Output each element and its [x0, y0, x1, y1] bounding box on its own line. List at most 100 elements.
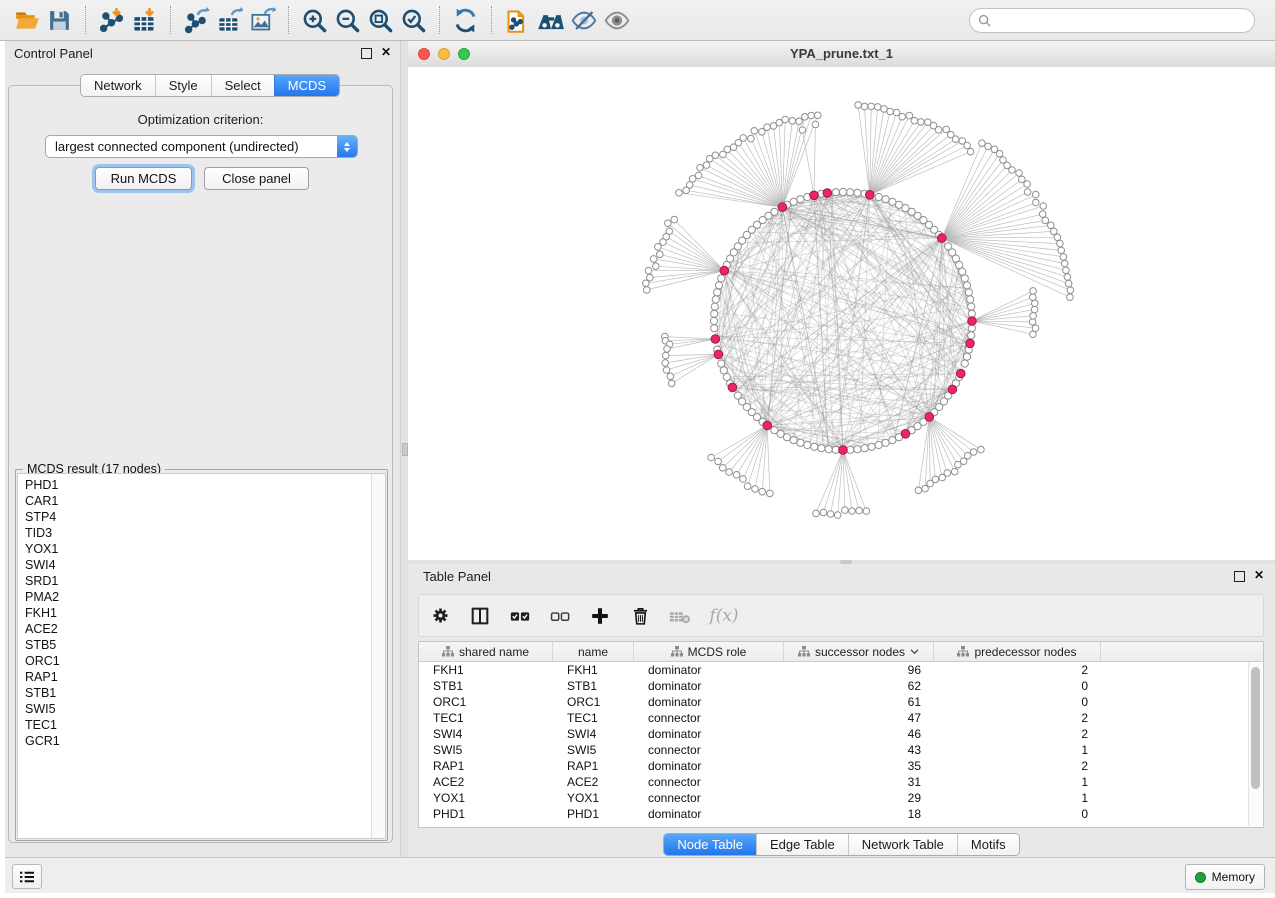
- column-header-name[interactable]: name: [553, 642, 634, 661]
- graph-node[interactable]: [715, 282, 722, 289]
- network-from-selection-icon[interactable]: [501, 5, 534, 36]
- graph-leaf-node[interactable]: [861, 103, 868, 110]
- mcds-result-item[interactable]: STB1: [18, 685, 371, 701]
- graph-node[interactable]: [965, 289, 972, 296]
- network-canvas[interactable]: [408, 67, 1275, 560]
- graph-leaf-node[interactable]: [645, 267, 652, 274]
- graph-leaf-node[interactable]: [1064, 274, 1071, 281]
- mcds-result-item[interactable]: ORC1: [18, 653, 371, 669]
- graph-leaf-node[interactable]: [1054, 234, 1061, 241]
- graph-leaf-node[interactable]: [856, 507, 863, 514]
- graph-leaf-node[interactable]: [1019, 176, 1026, 183]
- delete-columns-icon[interactable]: [627, 603, 653, 629]
- graph-node[interactable]: [783, 434, 790, 441]
- graph-leaf-node[interactable]: [662, 360, 669, 367]
- graph-leaf-node[interactable]: [1061, 260, 1068, 267]
- graph-leaf-node[interactable]: [706, 155, 713, 162]
- graph-leaf-node[interactable]: [655, 244, 662, 251]
- export-network-icon[interactable]: [180, 5, 213, 36]
- mcds-result-item[interactable]: FKH1: [18, 605, 371, 621]
- graph-leaf-node[interactable]: [849, 508, 856, 515]
- graph-leaf-node[interactable]: [868, 103, 875, 110]
- graph-leaf-node[interactable]: [1067, 294, 1074, 301]
- table-scrollbar[interactable]: [1248, 662, 1262, 826]
- graph-leaf-node[interactable]: [748, 135, 755, 142]
- graph-leaf-node[interactable]: [1039, 211, 1046, 218]
- graph-leaf-node[interactable]: [1058, 247, 1065, 254]
- graph-leaf-node[interactable]: [1029, 319, 1036, 326]
- export-table-icon[interactable]: [213, 5, 246, 36]
- graph-node[interactable]: [790, 437, 797, 444]
- graph-leaf-node[interactable]: [1016, 170, 1023, 177]
- graph-leaf-node[interactable]: [842, 507, 849, 514]
- graph-node-mcds[interactable]: [925, 413, 934, 422]
- panel-list-button[interactable]: [12, 864, 42, 889]
- mcds-result-item[interactable]: SWI4: [18, 557, 371, 573]
- graph-leaf-node[interactable]: [812, 121, 819, 128]
- graph-node[interactable]: [889, 437, 896, 444]
- graph-leaf-node[interactable]: [1030, 313, 1037, 320]
- graph-node[interactable]: [889, 198, 896, 205]
- mcds-result-item[interactable]: PMA2: [18, 589, 371, 605]
- graph-leaf-node[interactable]: [808, 112, 815, 119]
- graph-leaf-node[interactable]: [991, 146, 998, 153]
- graph-leaf-node[interactable]: [863, 508, 870, 515]
- graph-node-mcds[interactable]: [778, 203, 787, 212]
- save-session-icon[interactable]: [43, 5, 76, 36]
- graph-node[interactable]: [895, 201, 902, 208]
- tab-select[interactable]: Select: [211, 75, 274, 96]
- graph-node[interactable]: [961, 275, 968, 282]
- graph-leaf-node[interactable]: [855, 102, 862, 109]
- import-table-icon[interactable]: [128, 5, 161, 36]
- graph-leaf-node[interactable]: [918, 119, 925, 126]
- mcds-result-item[interactable]: YOX1: [18, 541, 371, 557]
- graph-node-mcds[interactable]: [957, 369, 966, 378]
- graph-node[interactable]: [882, 439, 889, 446]
- graph-leaf-node[interactable]: [689, 176, 696, 183]
- graph-leaf-node[interactable]: [759, 488, 766, 495]
- column-header-MCDS-role[interactable]: MCDS role: [634, 642, 784, 661]
- first-neighbors-icon[interactable]: [534, 5, 567, 36]
- graph-node-mcds[interactable]: [728, 383, 737, 392]
- graph-node[interactable]: [797, 196, 804, 203]
- tab-mcds[interactable]: MCDS: [274, 75, 339, 96]
- graph-leaf-node[interactable]: [799, 127, 806, 134]
- open-session-icon[interactable]: [10, 5, 43, 36]
- zoom-selected-icon[interactable]: [397, 5, 430, 36]
- graph-leaf-node[interactable]: [951, 468, 958, 475]
- graph-leaf-node[interactable]: [683, 187, 690, 194]
- graph-node[interactable]: [968, 332, 975, 339]
- graph-leaf-node[interactable]: [887, 108, 894, 115]
- graph-leaf-node[interactable]: [767, 490, 774, 497]
- tab-node-table[interactable]: Node Table: [664, 834, 756, 855]
- graph-leaf-node[interactable]: [834, 512, 841, 519]
- graph-node[interactable]: [811, 443, 818, 450]
- graph-node[interactable]: [875, 193, 882, 200]
- graph-leaf-node[interactable]: [644, 287, 651, 294]
- graph-leaf-node[interactable]: [733, 472, 740, 479]
- column-header-successor-nodes[interactable]: successor nodes: [784, 642, 934, 661]
- graph-leaf-node[interactable]: [1032, 300, 1039, 307]
- graph-leaf-node[interactable]: [1051, 228, 1058, 235]
- graph-node-mcds[interactable]: [901, 430, 910, 439]
- tab-style[interactable]: Style: [155, 75, 211, 96]
- graph-leaf-node[interactable]: [979, 140, 986, 147]
- graph-leaf-node[interactable]: [662, 352, 669, 359]
- graph-leaf-node[interactable]: [720, 151, 727, 158]
- graph-leaf-node[interactable]: [911, 117, 918, 124]
- graph-leaf-node[interactable]: [1060, 254, 1067, 261]
- graph-leaf-node[interactable]: [789, 118, 796, 125]
- graph-leaf-node[interactable]: [653, 263, 660, 270]
- graph-node-mcds[interactable]: [714, 350, 723, 359]
- graph-leaf-node[interactable]: [827, 511, 834, 518]
- graph-leaf-node[interactable]: [978, 446, 985, 453]
- table-mode-gear-icon[interactable]: [427, 603, 453, 629]
- mcds-result-item[interactable]: PHD1: [18, 477, 371, 493]
- graph-leaf-node[interactable]: [959, 138, 966, 145]
- graph-leaf-node[interactable]: [893, 109, 900, 116]
- graph-leaf-node[interactable]: [664, 346, 671, 353]
- graph-leaf-node[interactable]: [744, 483, 751, 490]
- graph-leaf-node[interactable]: [1065, 280, 1072, 287]
- column-header-shared-name[interactable]: shared name: [419, 642, 553, 661]
- select-all-icon[interactable]: [507, 603, 533, 629]
